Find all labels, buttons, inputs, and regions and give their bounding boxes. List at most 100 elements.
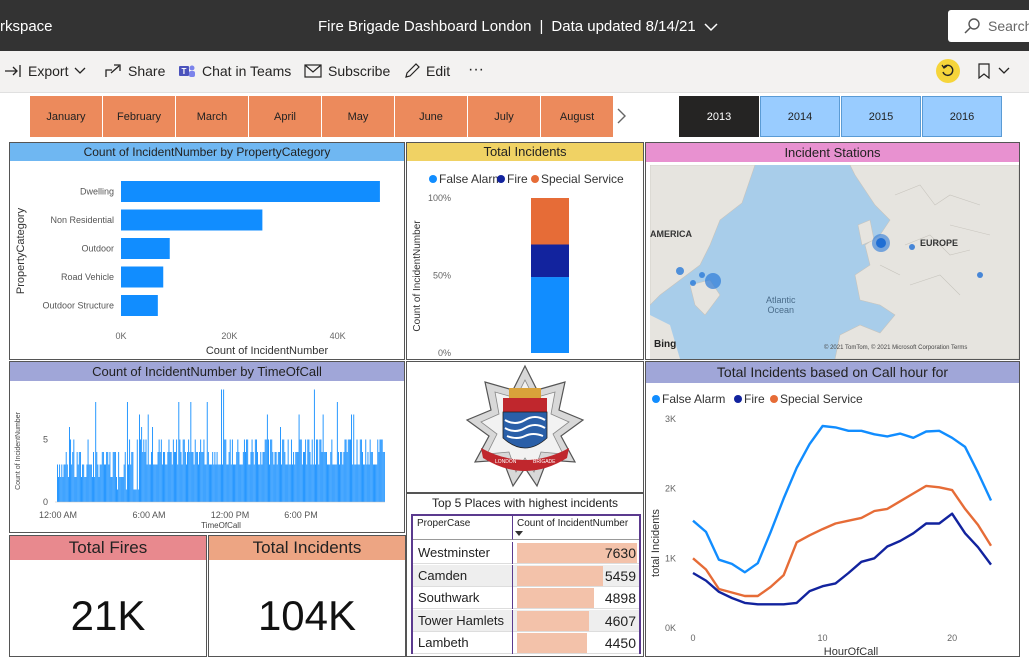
table-row[interactable]: Southwark 4898 <box>413 587 639 609</box>
timeofcall-bar[interactable] <box>221 389 222 503</box>
timeofcall-bar[interactable] <box>129 439 131 503</box>
table-row[interactable]: Camden 5459 <box>413 564 639 587</box>
timeofcall-bar[interactable] <box>120 477 122 502</box>
timeofcall-bar[interactable] <box>155 464 157 503</box>
timeofcall-bar[interactable] <box>228 452 230 502</box>
timeofcall-bar[interactable] <box>285 464 287 503</box>
property-bar[interactable] <box>121 181 380 202</box>
timeofcall-bar[interactable] <box>176 439 178 503</box>
timeofcall-bar[interactable] <box>310 464 312 503</box>
timeofcall-bar[interactable] <box>254 439 256 503</box>
timeofcall-bar[interactable] <box>118 452 120 502</box>
timeofcall-bar[interactable] <box>357 464 359 503</box>
timeofcall-bar[interactable] <box>250 452 252 502</box>
timeofcall-bar[interactable] <box>261 464 263 503</box>
timeofcall-bar[interactable] <box>253 464 255 503</box>
timeofcall-bar[interactable] <box>58 477 59 502</box>
timeofcall-bar[interactable] <box>333 464 335 503</box>
timeofcall-bar[interactable] <box>101 452 103 502</box>
timeofcall-bar[interactable] <box>352 464 354 503</box>
timeofcall-bar[interactable] <box>173 452 175 502</box>
timeofcall-bar[interactable] <box>142 452 144 502</box>
timeofcall-bar[interactable] <box>312 464 314 503</box>
timeofcall-bar[interactable] <box>113 452 115 502</box>
timeofcall-bar[interactable] <box>172 439 174 503</box>
legend-label[interactable]: Special Service <box>541 172 624 186</box>
timeofcall-bar[interactable] <box>148 464 150 503</box>
timeofcall-bar[interactable] <box>190 402 192 502</box>
timeofcall-bar[interactable] <box>339 464 340 503</box>
timeofcall-bar[interactable] <box>199 452 201 502</box>
year-2013[interactable]: 2013 <box>679 96 759 137</box>
timeofcall-bar[interactable] <box>381 439 383 503</box>
timeofcall-bar[interactable] <box>301 464 303 503</box>
bookmark-button[interactable] <box>978 63 1010 79</box>
timeofcall-bar[interactable] <box>134 489 136 503</box>
timeofcall-bar[interactable] <box>321 452 323 502</box>
search-box[interactable]: Search <box>948 10 1029 42</box>
timeofcall-bar[interactable] <box>345 439 347 503</box>
timeofcall-bar[interactable] <box>76 452 78 502</box>
timeofcall-bar[interactable] <box>260 452 262 502</box>
legend-label[interactable]: Special Service <box>780 392 863 406</box>
legend-label[interactable]: Fire <box>744 392 765 406</box>
timeofcall-bar[interactable] <box>347 439 349 503</box>
timeofcall-bar[interactable] <box>346 452 348 502</box>
timeofcall-bar[interactable] <box>270 439 272 503</box>
month-january[interactable]: January <box>30 96 102 137</box>
timeofcall-bar[interactable] <box>296 452 298 502</box>
timeofcall-bar[interactable] <box>213 464 215 503</box>
timeofcall-bar[interactable] <box>229 439 231 503</box>
stacked-segment[interactable] <box>531 244 569 278</box>
timeofcall-bar[interactable] <box>91 477 93 502</box>
timeofcall-bar[interactable] <box>259 464 261 503</box>
timeofcall-bar[interactable] <box>262 452 264 502</box>
timeofcall-bar[interactable] <box>322 414 324 503</box>
timeofcall-bar[interactable] <box>203 439 205 503</box>
timeofcall-bar[interactable] <box>167 452 169 502</box>
timeofcall-bar[interactable] <box>133 489 135 503</box>
timeofcall-bar[interactable] <box>305 439 307 503</box>
timeofcall-bar[interactable] <box>252 452 254 502</box>
timeofcall-bar[interactable] <box>62 477 64 502</box>
timeofcall-bar[interactable] <box>192 452 194 502</box>
timeofcall-bar[interactable] <box>122 477 124 502</box>
timeofcall-bar[interactable] <box>164 452 166 502</box>
month-may[interactable]: May <box>322 96 394 137</box>
timeofcall-bar[interactable] <box>74 477 76 502</box>
map-copyright[interactable]: © 2021 TomTom, © 2021 Microsoft Corporat… <box>824 345 967 351</box>
timeofcall-bar[interactable] <box>135 489 137 503</box>
timeofcall-bar[interactable] <box>223 389 225 503</box>
month-april[interactable]: April <box>249 96 321 137</box>
timeofcall-bar[interactable] <box>236 452 238 502</box>
month-march[interactable]: March <box>176 96 248 137</box>
timeofcall-bar[interactable] <box>257 452 258 502</box>
year-2015[interactable]: 2015 <box>841 96 921 137</box>
timeofcall-bar[interactable] <box>116 477 117 502</box>
timeofcall-bar[interactable] <box>139 414 140 503</box>
timeofcall-bar[interactable] <box>284 452 286 502</box>
timeofcall-bar[interactable] <box>81 477 82 502</box>
timeofcall-bar[interactable] <box>367 452 369 502</box>
timeofcall-bar[interactable] <box>222 464 223 503</box>
timeofcall-bar[interactable] <box>348 439 350 503</box>
timeofcall-bar[interactable] <box>93 452 94 502</box>
timeofcall-bar[interactable] <box>202 452 204 502</box>
legend-label[interactable]: Fire <box>507 172 528 186</box>
timeofcall-bar[interactable] <box>98 477 100 502</box>
incident-stations-map[interactable] <box>650 165 1019 359</box>
timeofcall-bar[interactable] <box>332 464 334 503</box>
timeofcall-bar[interactable] <box>61 464 63 503</box>
timeofcall-bar[interactable] <box>216 452 218 502</box>
timeofcall-bar[interactable] <box>140 439 141 503</box>
timeofcall-bar[interactable] <box>243 439 245 503</box>
timeofcall-bar[interactable] <box>152 427 154 502</box>
timeofcall-bar[interactable] <box>300 439 302 503</box>
timeofcall-bar[interactable] <box>131 452 133 502</box>
timeofcall-bar[interactable] <box>85 477 87 502</box>
timeofcall-bar[interactable] <box>276 464 278 503</box>
timeofcall-bar[interactable] <box>105 464 106 503</box>
reset-button[interactable] <box>936 59 960 83</box>
timeofcall-bar[interactable] <box>59 464 61 503</box>
timeofcall-bar[interactable] <box>247 439 249 503</box>
